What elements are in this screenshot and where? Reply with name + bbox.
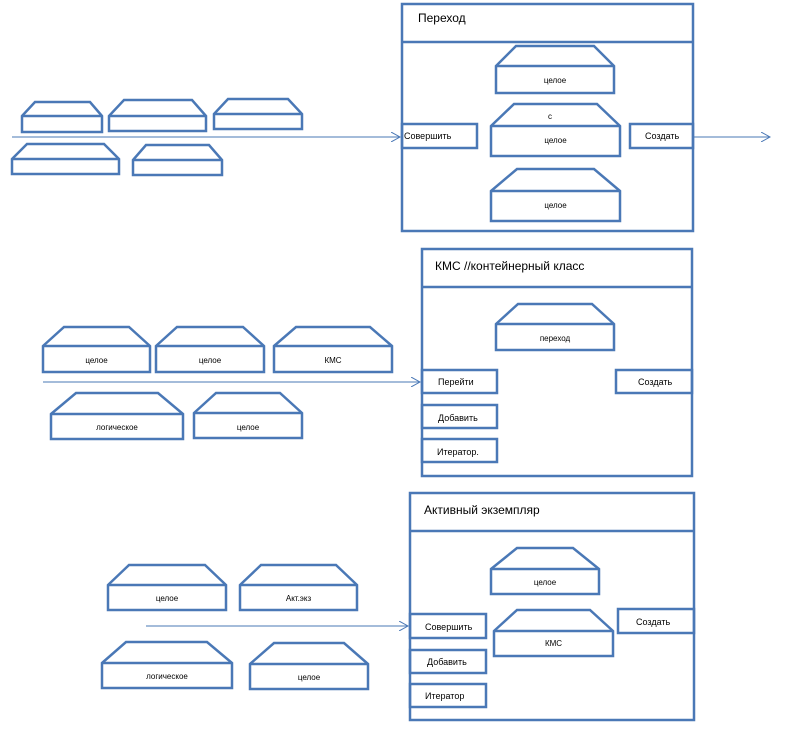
class-kms-title: КМС //контейнерный класс — [435, 259, 585, 273]
param-shape — [494, 44, 616, 95]
input-param-shape — [106, 563, 228, 612]
input-label: логическое — [96, 423, 138, 432]
param-label: КМС — [544, 639, 563, 648]
param-shape — [489, 167, 622, 223]
param-shape — [494, 302, 616, 352]
input-label: КМС — [324, 356, 342, 365]
input-label: Акт.экз — [285, 594, 312, 603]
class-active-box — [408, 491, 696, 722]
input-param-shape — [272, 325, 394, 374]
input-label: целое — [297, 673, 321, 682]
input-param-shape — [100, 640, 234, 690]
method-label: Перейти — [438, 377, 474, 387]
param-label: с — [548, 112, 552, 121]
param-label: переход — [539, 334, 571, 343]
class-active-title: Активный экземпляр — [424, 503, 540, 517]
input-param-shape — [248, 641, 370, 691]
input-param-shape — [238, 563, 359, 612]
method-label: Совершить — [404, 131, 452, 141]
param-shape — [492, 608, 615, 658]
input-param-shape — [49, 391, 185, 441]
param-label: целое — [543, 76, 567, 85]
param-shape — [489, 546, 601, 596]
method-label: Создать — [645, 131, 680, 141]
class-perekhod-title: Переход — [418, 11, 466, 25]
input-label: целое — [155, 594, 179, 603]
param-label: целое — [544, 136, 567, 145]
class-kms-box — [420, 247, 694, 478]
method-label: Добавить — [438, 413, 478, 423]
input-label: целое — [85, 356, 108, 365]
method-label: Совершить — [425, 622, 473, 632]
param-label: целое — [544, 201, 567, 210]
method-label: Добавить — [427, 657, 467, 667]
method-label: Создать — [638, 377, 673, 387]
param-label: целое — [533, 578, 557, 587]
class-diagram: Переход целое с целое целое Совершить Со… — [0, 0, 788, 737]
input-label: логическое — [146, 672, 188, 681]
input-param-shape — [41, 325, 152, 374]
method-label: Создать — [636, 617, 671, 627]
method-label: Итератор — [425, 691, 465, 701]
method-label: Итератор. — [437, 447, 479, 457]
input-param-shape — [154, 325, 266, 374]
input-label: целое — [198, 356, 222, 365]
input-label: целое — [236, 423, 260, 432]
